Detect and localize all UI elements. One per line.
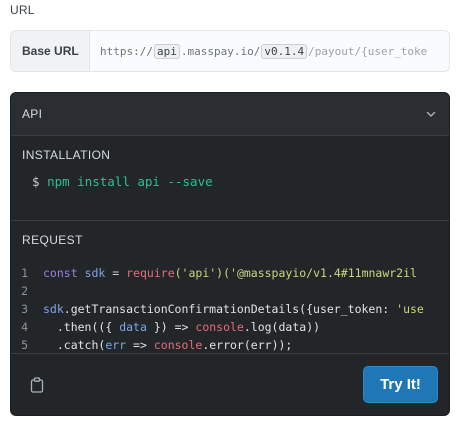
code-line: 2 xyxy=(11,282,449,300)
installation-section: INSTALLATION $ npm install api --save xyxy=(11,136,449,221)
chevron-down-icon[interactable] xyxy=(424,107,438,121)
code-token: => xyxy=(133,338,147,352)
clipboard-icon[interactable] xyxy=(29,376,45,393)
code-token: .getTransactionConfirmationDetails({user… xyxy=(63,302,390,316)
shell-prompt: $ xyxy=(32,174,40,189)
code-token: sdk xyxy=(43,302,64,316)
url-heading: URL xyxy=(10,3,35,17)
code-token: }) => xyxy=(153,320,189,334)
base-url-row: Base URL https:// api .masspay.io/ v0.1.… xyxy=(10,30,450,72)
url-server-variable[interactable]: api xyxy=(153,43,180,59)
api-panel-header[interactable]: API xyxy=(11,93,449,136)
code-token: 'use xyxy=(396,302,424,316)
code-token: = xyxy=(112,266,120,280)
url-prefix: https:// xyxy=(100,44,153,58)
url-path: /payout/{user_toke xyxy=(308,44,428,58)
code-token: .then(({ xyxy=(56,320,113,334)
code-line: 1 const sdk = require('api')('@masspayio… xyxy=(11,264,449,282)
code-token: data xyxy=(278,320,307,334)
request-section: REQUEST 1 const sdk = require('api')('@m… xyxy=(11,221,449,355)
code-token: const xyxy=(43,266,78,280)
code-token: ('@masspayio/v1.4#11mnawr2il xyxy=(223,266,417,280)
line-number: 3 xyxy=(21,302,28,316)
base-url-value: https:// api .masspay.io/ v0.1.4 /payout… xyxy=(90,31,449,71)
url-domain: .masspay.io/ xyxy=(180,44,261,58)
url-version-variable[interactable]: v0.1.4 xyxy=(261,43,308,59)
code-token: require xyxy=(126,266,175,280)
api-panel-footer: Try It! xyxy=(11,353,449,415)
try-it-button[interactable]: Try It! xyxy=(363,366,438,403)
code-token: .log( xyxy=(243,320,279,334)
code-token: )); xyxy=(271,338,293,352)
code-line: 4 .then(({ data }) => console.log(data)) xyxy=(11,318,449,336)
install-command: npm install api --save xyxy=(47,174,213,189)
code-token: console xyxy=(195,320,244,334)
code-token: err xyxy=(250,338,272,352)
base-url-label: Base URL xyxy=(11,31,90,71)
line-number: 5 xyxy=(21,338,28,352)
code-token: .error( xyxy=(202,338,251,352)
request-label: REQUEST xyxy=(22,233,83,247)
install-command-line: $ npm install api --save xyxy=(11,172,449,220)
code-line: 3 sdk.getTransactionConfirmationDetails(… xyxy=(11,300,449,318)
api-panel-title: API xyxy=(22,107,43,121)
code-token: console xyxy=(153,338,203,352)
code-line: 5 .catch(err => console.error(err)); xyxy=(11,336,449,354)
line-number: 4 xyxy=(21,320,28,334)
code-token: )) xyxy=(306,320,321,334)
code-token: err xyxy=(105,338,127,352)
code-token: data xyxy=(119,320,147,334)
line-number: 1 xyxy=(21,266,28,280)
code-token: sdk xyxy=(84,266,106,280)
installation-label: INSTALLATION xyxy=(22,148,111,162)
code-token: ('api') xyxy=(174,266,224,280)
code-token: .catch( xyxy=(56,338,106,352)
line-number: 2 xyxy=(21,284,28,298)
api-panel: API INSTALLATION $ npm install api --sav… xyxy=(10,92,450,416)
code-snippet: 1 const sdk = require('api')('@masspayio… xyxy=(11,257,449,355)
